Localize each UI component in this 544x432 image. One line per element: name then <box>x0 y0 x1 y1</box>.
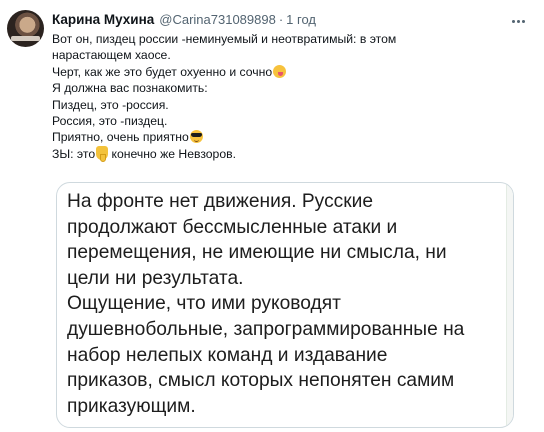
media-text-line: На фронте нет движения. Русские <box>67 191 374 212</box>
more-horizontal-icon[interactable] <box>508 14 528 28</box>
backhand-index-pointing-down-icon <box>96 145 109 162</box>
tweet-text-line: нарастающем хаосе. <box>52 48 171 63</box>
media-text: На фронте нет движения. Русские продолжа… <box>67 189 507 419</box>
media-text-line: душевнобольные, запрограммированные на <box>67 318 465 340</box>
tweet-text: Вот он, пиздец россии -неминуемый и неот… <box>52 31 522 162</box>
header-separator: · <box>278 12 284 27</box>
tweet-text-line: Приятно, очень приятно <box>52 129 522 145</box>
author-name[interactable]: Карина Мухина <box>52 12 154 27</box>
avatar[interactable] <box>7 10 44 47</box>
tweet-text-line: Я должна вас познакомить: <box>52 81 208 96</box>
tweet-header: Карина Мухина @Carina731089898 · 1 год <box>52 12 316 30</box>
tweet-text-line: Пиздец, это -россия. <box>52 97 169 112</box>
tweet-text-line: ЗЫ: это конечно же Невзоров. <box>52 145 236 162</box>
media-text-line: приказов, смысл которых непонятен самим <box>67 370 455 392</box>
author-handle[interactable]: @Carina731089898 <box>159 12 276 27</box>
face-savoring-food-icon <box>273 64 287 78</box>
media-text-line: набор нелепых команд и издавание <box>67 344 388 366</box>
media-scroll-edge <box>506 183 513 427</box>
media-text-line: продолжают бессмысленные атаки и <box>67 216 398 238</box>
avatar-caption-strip <box>11 36 40 41</box>
smiling-face-with-sunglasses-icon <box>189 130 203 144</box>
tweet[interactable]: Карина Мухина @Carina731089898 · 1 год В… <box>0 0 544 432</box>
tweet-media-image[interactable]: На фронте нет движения. Русские продолжа… <box>56 182 514 428</box>
media-text-line: перемещения, не имеющие ни смысла, ни <box>67 242 447 264</box>
tweet-text-line: Вот он, пиздец россии -неминуемый и неот… <box>52 32 397 46</box>
tweet-timestamp[interactable]: 1 год <box>286 12 316 27</box>
media-text-line: приказующим. <box>67 395 196 417</box>
tweet-text-line: Черт, как же это будет охуенно и сочно <box>52 64 522 80</box>
media-text-line: Ощущение, что ими руководят <box>67 293 341 315</box>
tweet-text-line: Россия, это -пиздец. <box>52 113 168 128</box>
media-text-line: цели ни результата. <box>67 267 244 289</box>
